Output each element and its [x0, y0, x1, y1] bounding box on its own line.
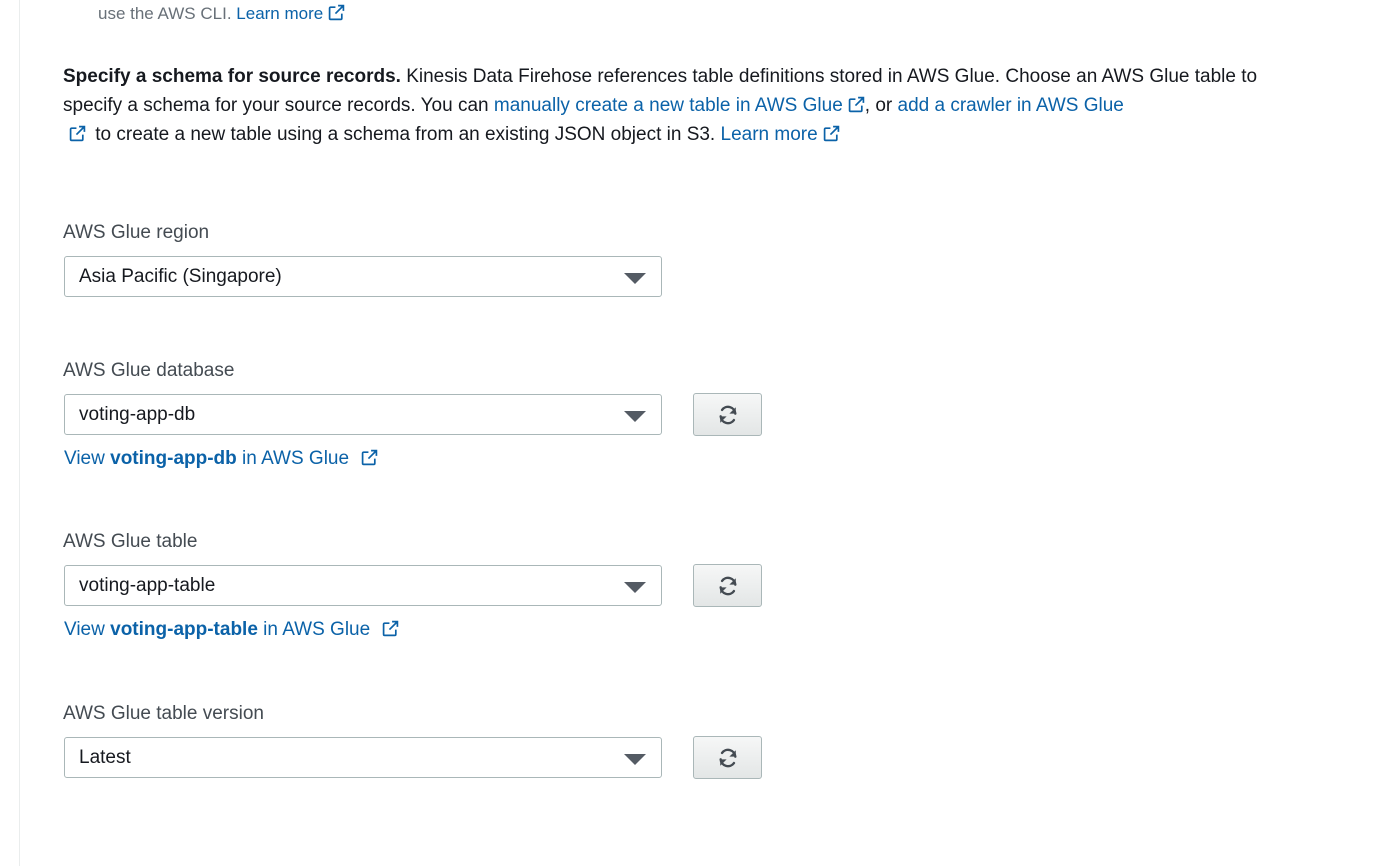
glue-table-value: voting-app-table [79, 575, 216, 596]
caret-down-icon [624, 582, 646, 593]
glue-database-label: AWS Glue database [63, 360, 235, 381]
refresh-icon [717, 575, 739, 597]
cli-note-text: use the AWS CLI. [98, 4, 232, 23]
external-link-icon [69, 125, 86, 142]
external-link-icon [823, 125, 840, 142]
glue-database-value: voting-app-db [79, 404, 196, 425]
schema-description-text-2: , or [864, 95, 898, 116]
glue-region-value: Asia Pacific (Singapore) [79, 266, 282, 287]
external-link-icon [848, 96, 865, 113]
external-link-icon [361, 449, 378, 466]
add-crawler-external-icon-link[interactable] [69, 124, 90, 145]
glue-region-select[interactable]: Asia Pacific (Singapore) [64, 256, 662, 297]
glue-region-label: AWS Glue region [63, 222, 210, 243]
cli-learn-more-link[interactable]: Learn more [236, 4, 345, 23]
refresh-table-button[interactable] [693, 564, 762, 607]
create-table-link[interactable]: manually create a new table in AWS Glue [494, 95, 865, 116]
refresh-icon [717, 747, 739, 769]
schema-description: Specify a schema for source records. Kin… [63, 62, 1303, 149]
glue-table-version-label: AWS Glue table version [63, 703, 264, 724]
view-table-link[interactable]: View voting-app-table in AWS Glue [64, 619, 399, 641]
glue-table-version-select[interactable]: Latest [64, 737, 662, 778]
schema-description-lead: Specify a schema for source records. [63, 66, 401, 87]
left-divider [19, 0, 20, 866]
add-crawler-link[interactable]: add a crawler in AWS Glue [898, 95, 1124, 116]
cli-note: use the AWS CLI. Learn more [98, 4, 345, 24]
glue-database-select[interactable]: voting-app-db [64, 394, 662, 435]
view-database-link[interactable]: View voting-app-db in AWS Glue [64, 448, 378, 470]
glue-table-version-value: Latest [79, 747, 131, 768]
glue-schema-config-panel: use the AWS CLI. Learn more Specify a sc… [0, 0, 1400, 866]
external-link-icon [328, 4, 345, 21]
glue-table-label: AWS Glue table [63, 531, 198, 552]
caret-down-icon [624, 754, 646, 765]
schema-learn-more-link[interactable]: Learn more [721, 124, 840, 145]
caret-down-icon [624, 273, 646, 284]
caret-down-icon [624, 411, 646, 422]
external-link-icon [382, 620, 399, 637]
refresh-database-button[interactable] [693, 393, 762, 436]
refresh-icon [717, 404, 739, 426]
schema-description-text-3: to create a new table using a schema fro… [90, 124, 721, 145]
refresh-table-version-button[interactable] [693, 736, 762, 779]
glue-table-select[interactable]: voting-app-table [64, 565, 662, 606]
